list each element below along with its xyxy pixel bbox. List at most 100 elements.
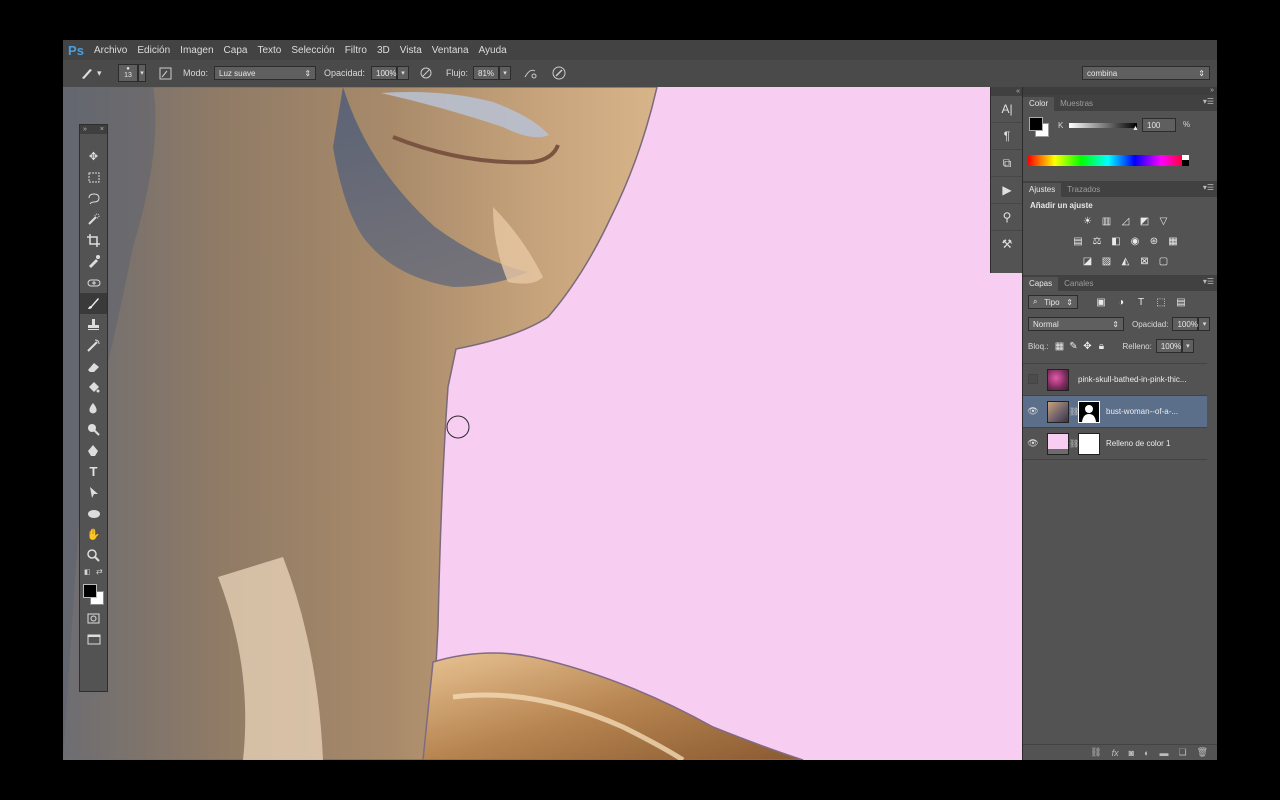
photo-filter-icon[interactable]: ◉ bbox=[1128, 234, 1142, 248]
channel-mixer-icon[interactable]: ⊛ bbox=[1147, 234, 1161, 248]
foreground-color-swatch[interactable] bbox=[83, 584, 97, 598]
paint-bucket-icon[interactable] bbox=[80, 377, 107, 398]
flow-input[interactable]: 81% bbox=[473, 66, 500, 80]
vibrance-icon[interactable]: ▽ bbox=[1157, 214, 1171, 228]
new-adjustment-layer-icon[interactable]: ◐ bbox=[1144, 748, 1149, 758]
tab-trazados[interactable]: Trazados bbox=[1061, 183, 1106, 197]
actions-panel-icon[interactable]: ▶ bbox=[991, 177, 1023, 204]
filter-pixel-icon[interactable]: ▣ bbox=[1094, 295, 1108, 309]
menu-ayuda[interactable]: Ayuda bbox=[474, 45, 512, 56]
type-tool-icon[interactable]: T bbox=[80, 461, 107, 482]
dodge-tool-icon[interactable] bbox=[80, 419, 107, 440]
quick-mask-icon[interactable] bbox=[80, 608, 107, 629]
tool-presets-icon[interactable]: ⚒ bbox=[991, 231, 1023, 257]
menu-imagen[interactable]: Imagen bbox=[175, 45, 218, 56]
history-panel-icon[interactable]: ⧉ bbox=[991, 150, 1023, 177]
layer-filter-select[interactable]: ⌕ Tipo ⇕ bbox=[1028, 295, 1078, 309]
brush-tool-icon[interactable] bbox=[80, 293, 107, 314]
flow-dropdown-icon[interactable]: ▾ bbox=[499, 66, 512, 80]
blur-tool-icon[interactable] bbox=[80, 398, 107, 419]
mode-select[interactable]: Luz suave ⇕ bbox=[214, 66, 317, 80]
opacity-dropdown-icon[interactable]: ▾ bbox=[397, 66, 410, 80]
color-fg-swatch[interactable] bbox=[1029, 117, 1043, 131]
lasso-tool-icon[interactable] bbox=[80, 188, 107, 209]
link-chain-icon[interactable]: ⛓ bbox=[1069, 439, 1079, 448]
tab-capas[interactable]: Capas bbox=[1023, 277, 1059, 291]
tab-ajustes[interactable]: Ajustes bbox=[1023, 183, 1062, 197]
gradient-map-icon[interactable]: ⊠ bbox=[1138, 254, 1152, 268]
filter-smart-object-icon[interactable]: ▤ bbox=[1174, 295, 1188, 309]
black-white-icon[interactable]: ◧ bbox=[1109, 234, 1123, 248]
collapse-icon[interactable]: » bbox=[83, 125, 87, 134]
close-icon[interactable]: × bbox=[100, 125, 104, 134]
lock-position-icon[interactable]: ✥ bbox=[1080, 339, 1094, 353]
link-layers-icon[interactable]: ⛓ bbox=[1090, 747, 1101, 758]
airbrush-icon[interactable] bbox=[522, 65, 538, 81]
layer-row[interactable]: pink-skull-bathed-in-pink-thic... bbox=[1023, 364, 1207, 396]
dock-expand-icon[interactable]: « bbox=[991, 87, 1023, 96]
hand-tool-icon[interactable]: ✋ bbox=[80, 524, 107, 545]
path-selection-icon[interactable] bbox=[80, 482, 107, 503]
tab-muestras[interactable]: Muestras bbox=[1054, 97, 1099, 111]
marquee-tool-icon[interactable] bbox=[80, 167, 107, 188]
menu-vista[interactable]: Vista bbox=[395, 45, 427, 56]
menu-texto[interactable]: Texto bbox=[252, 45, 286, 56]
color-spectrum[interactable] bbox=[1028, 155, 1189, 166]
layer-opacity-input[interactable]: 100% bbox=[1172, 317, 1199, 331]
posterize-icon[interactable]: ▨ bbox=[1100, 254, 1114, 268]
paragraph-panel-icon[interactable]: ¶ bbox=[991, 123, 1023, 150]
brush-preset-dropdown-icon[interactable]: ▾ bbox=[97, 68, 102, 79]
menu-filtro[interactable]: Filtro bbox=[340, 45, 372, 56]
pressure-size-icon[interactable] bbox=[551, 65, 567, 81]
document-canvas[interactable] bbox=[63, 87, 1022, 760]
clone-stamp-icon[interactable] bbox=[80, 314, 107, 335]
layer-opacity-dropdown-icon[interactable]: ▾ bbox=[1198, 317, 1211, 331]
spectrum-black-chip[interactable] bbox=[1182, 160, 1189, 166]
layer-mask-thumbnail[interactable] bbox=[1078, 432, 1100, 455]
filter-shape-icon[interactable]: ⬚ bbox=[1154, 295, 1168, 309]
adjustments-menu-icon[interactable]: ▾☰ bbox=[1203, 183, 1214, 192]
fill-dropdown-icon[interactable]: ▾ bbox=[1181, 339, 1194, 353]
character-panel-icon[interactable]: A| bbox=[991, 96, 1023, 123]
brightness-contrast-icon[interactable]: ☀ bbox=[1081, 214, 1095, 228]
exposure-icon[interactable]: ◩ bbox=[1138, 214, 1152, 228]
k-slider-handle-icon[interactable]: ▲ bbox=[1132, 125, 1139, 132]
history-brush-icon[interactable] bbox=[80, 335, 107, 356]
visibility-toggle[interactable] bbox=[1023, 373, 1043, 386]
layer-row[interactable]: 👁︎ ⛓ bust-woman--of-a-... bbox=[1023, 396, 1207, 428]
blend-mode-select[interactable]: Normal ⇕ bbox=[1028, 317, 1124, 331]
layer-row[interactable]: 👁︎ ⛓ Relleno de color 1 bbox=[1023, 428, 1207, 460]
healing-brush-icon[interactable] bbox=[80, 272, 107, 293]
layers-menu-icon[interactable]: ▾☰ bbox=[1203, 277, 1214, 286]
hue-saturation-icon[interactable]: ▤ bbox=[1071, 234, 1085, 248]
new-layer-icon[interactable]: ❏ bbox=[1178, 747, 1186, 758]
layer-mask-thumbnail[interactable] bbox=[1078, 400, 1100, 423]
filter-adjustment-icon[interactable]: ◑ bbox=[1114, 295, 1128, 309]
panel-menu-icon[interactable]: ▾☰ bbox=[1203, 97, 1214, 106]
menu-archivo[interactable]: Archivo bbox=[89, 45, 132, 56]
pressure-opacity-icon[interactable] bbox=[418, 65, 434, 81]
tab-canales[interactable]: Canales bbox=[1058, 277, 1099, 291]
color-balance-icon[interactable]: ⚖ bbox=[1090, 234, 1104, 248]
menu-edicion[interactable]: Edición bbox=[132, 45, 175, 56]
brush-panel-toggle-icon[interactable] bbox=[157, 65, 173, 81]
layer-style-icon[interactable]: fx bbox=[1112, 748, 1119, 758]
brush-presets-icon[interactable]: ⚲ bbox=[991, 204, 1023, 231]
delete-layer-icon[interactable]: 🗑︎ bbox=[1197, 747, 1208, 758]
menu-ventana[interactable]: Ventana bbox=[427, 45, 474, 56]
filter-type-icon[interactable]: T bbox=[1134, 295, 1148, 309]
opacity-input[interactable]: 100% bbox=[371, 66, 398, 80]
move-tool-icon[interactable]: ✥ bbox=[80, 146, 107, 167]
selective-color-icon[interactable]: ▢ bbox=[1157, 254, 1171, 268]
menu-3d[interactable]: 3D bbox=[372, 45, 395, 56]
link-chain-icon[interactable]: ⛓ bbox=[1069, 407, 1079, 416]
fill-input[interactable]: 100% bbox=[1155, 339, 1182, 353]
lock-all-icon[interactable]: 🔒︎ bbox=[1094, 339, 1108, 353]
brush-preset-icon[interactable] bbox=[79, 65, 95, 81]
eye-icon[interactable]: 👁︎ bbox=[1023, 438, 1043, 449]
eraser-icon[interactable] bbox=[80, 356, 107, 377]
quick-selection-icon[interactable] bbox=[80, 209, 107, 230]
lock-transparent-icon[interactable]: ▦ bbox=[1052, 339, 1066, 353]
color-lookup-icon[interactable]: ▦ bbox=[1166, 234, 1180, 248]
workspace-select[interactable]: combina ⇕ bbox=[1082, 66, 1210, 80]
